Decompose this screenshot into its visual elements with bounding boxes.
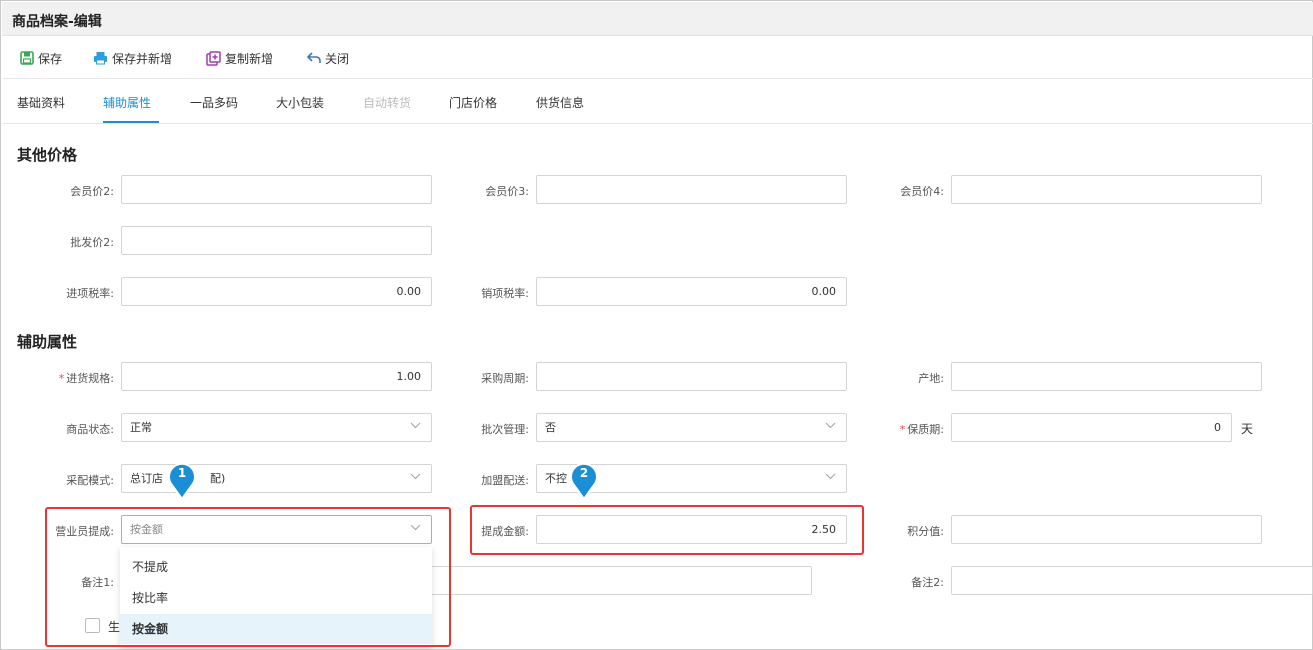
tab-multi-barcode[interactable]: 一品多码 (190, 94, 238, 111)
required-mark: * (899, 423, 906, 436)
tab-supply-info[interactable]: 供货信息 (536, 94, 584, 111)
callout-marker-1: 1 (166, 461, 198, 501)
toolbar: 保存 保存并新增 复制新增 关闭 (2, 37, 1313, 79)
callout-marker-1-number: 1 (177, 466, 187, 480)
callout-marker-2-number: 2 (579, 466, 589, 480)
callout-marker-2: 2 (568, 461, 600, 501)
save-label: 保存 (38, 51, 63, 66)
points-label: 积分值: (907, 525, 944, 538)
highlight-box-commission (45, 507, 451, 647)
output-tax-rate-input[interactable]: 0.00 (536, 277, 847, 306)
origin-label: 产地: (918, 372, 944, 385)
tab-aux-attributes[interactable]: 辅助属性 (103, 94, 151, 111)
app-window: 商品档案-编辑 保存 保存并新增 复制新增 关闭 基础资料 辅助属性 一品多码 … (0, 0, 1313, 650)
shelf-life-unit: 天 (1241, 422, 1254, 436)
wholesale-price2-input[interactable] (121, 226, 432, 255)
franchise-delivery-label: 加盟配送: (481, 474, 529, 487)
window-title: 商品档案-编辑 (12, 14, 102, 30)
tab-basic-info[interactable]: 基础资料 (17, 94, 65, 111)
batch-management-select[interactable]: 否 (536, 413, 847, 442)
close-button[interactable]: 关闭 (307, 49, 349, 67)
chevron-down-icon (410, 473, 421, 480)
batch-management-label: 批次管理: (481, 423, 529, 436)
member-price4-input[interactable] (951, 175, 1262, 204)
highlight-box-commission-amount (470, 505, 864, 555)
shelf-life-input[interactable]: 0 (951, 413, 1232, 442)
product-status-label: 商品状态: (66, 423, 114, 436)
tab-bar: 基础资料 辅助属性 一品多码 大小包装 自动转货 门店价格 供货信息 (2, 80, 1313, 124)
remark2-label: 备注2: (911, 576, 944, 589)
tab-store-prices[interactable]: 门店价格 (449, 94, 497, 111)
required-mark: * (58, 372, 65, 385)
input-tax-rate-input[interactable]: 0.00 (121, 277, 432, 306)
member-price2-input[interactable] (121, 175, 432, 204)
shelf-life-label: * 保质期: (899, 423, 944, 436)
undo-arrow-icon (307, 52, 321, 63)
franchise-delivery-value: 不控 (545, 472, 567, 485)
purchase-spec-input[interactable]: 1.00 (121, 362, 432, 391)
output-tax-rate-label: 销项税率: (481, 287, 529, 300)
save-and-new-button[interactable]: 保存并新增 (93, 49, 172, 67)
points-input[interactable] (951, 515, 1262, 544)
purchase-cycle-input[interactable] (536, 362, 847, 391)
section-aux-attributes-heading: 辅助属性 (17, 333, 78, 351)
section-other-prices-heading: 其他价格 (17, 146, 78, 164)
copy-icon (206, 50, 221, 66)
origin-input[interactable] (951, 362, 1262, 391)
purchase-mode-label: 采配模式: (66, 474, 114, 487)
batch-management-value: 否 (545, 421, 556, 434)
product-status-select[interactable]: 正常 (121, 413, 432, 442)
close-label: 关闭 (325, 51, 350, 66)
active-tab-indicator (103, 121, 159, 123)
save-and-new-label: 保存并新增 (112, 51, 173, 66)
chevron-down-icon (410, 422, 421, 429)
printer-icon (94, 52, 107, 65)
remark2-input[interactable] (951, 566, 1313, 595)
chevron-down-icon (825, 422, 836, 429)
member-price2-label: 会员价2: (70, 185, 114, 198)
purchase-mode-value: 总订店 (130, 472, 163, 485)
title-bar: 商品档案-编辑 (2, 2, 1313, 36)
chevron-down-icon (825, 473, 836, 480)
member-price3-input[interactable] (536, 175, 847, 204)
tab-package-sizes[interactable]: 大小包装 (276, 94, 324, 111)
tab-auto-transfer: 自动转货 (363, 96, 412, 110)
save-icon (20, 51, 34, 65)
member-price3-label: 会员价3: (485, 185, 529, 198)
wholesale-price2-label: 批发价2: (70, 236, 114, 249)
purchase-cycle-label: 采购周期: (481, 372, 529, 385)
purchase-mode-value-tail: 配) (210, 472, 226, 485)
product-status-value: 正常 (130, 421, 152, 434)
copy-new-label: 复制新增 (225, 51, 274, 66)
purchase-spec-label: * 进货规格: (58, 372, 114, 385)
input-tax-rate-label: 进项税率: (66, 287, 114, 300)
save-button[interactable]: 保存 (20, 49, 62, 67)
copy-new-button[interactable]: 复制新增 (206, 49, 273, 67)
member-price4-label: 会员价4: (900, 185, 944, 198)
